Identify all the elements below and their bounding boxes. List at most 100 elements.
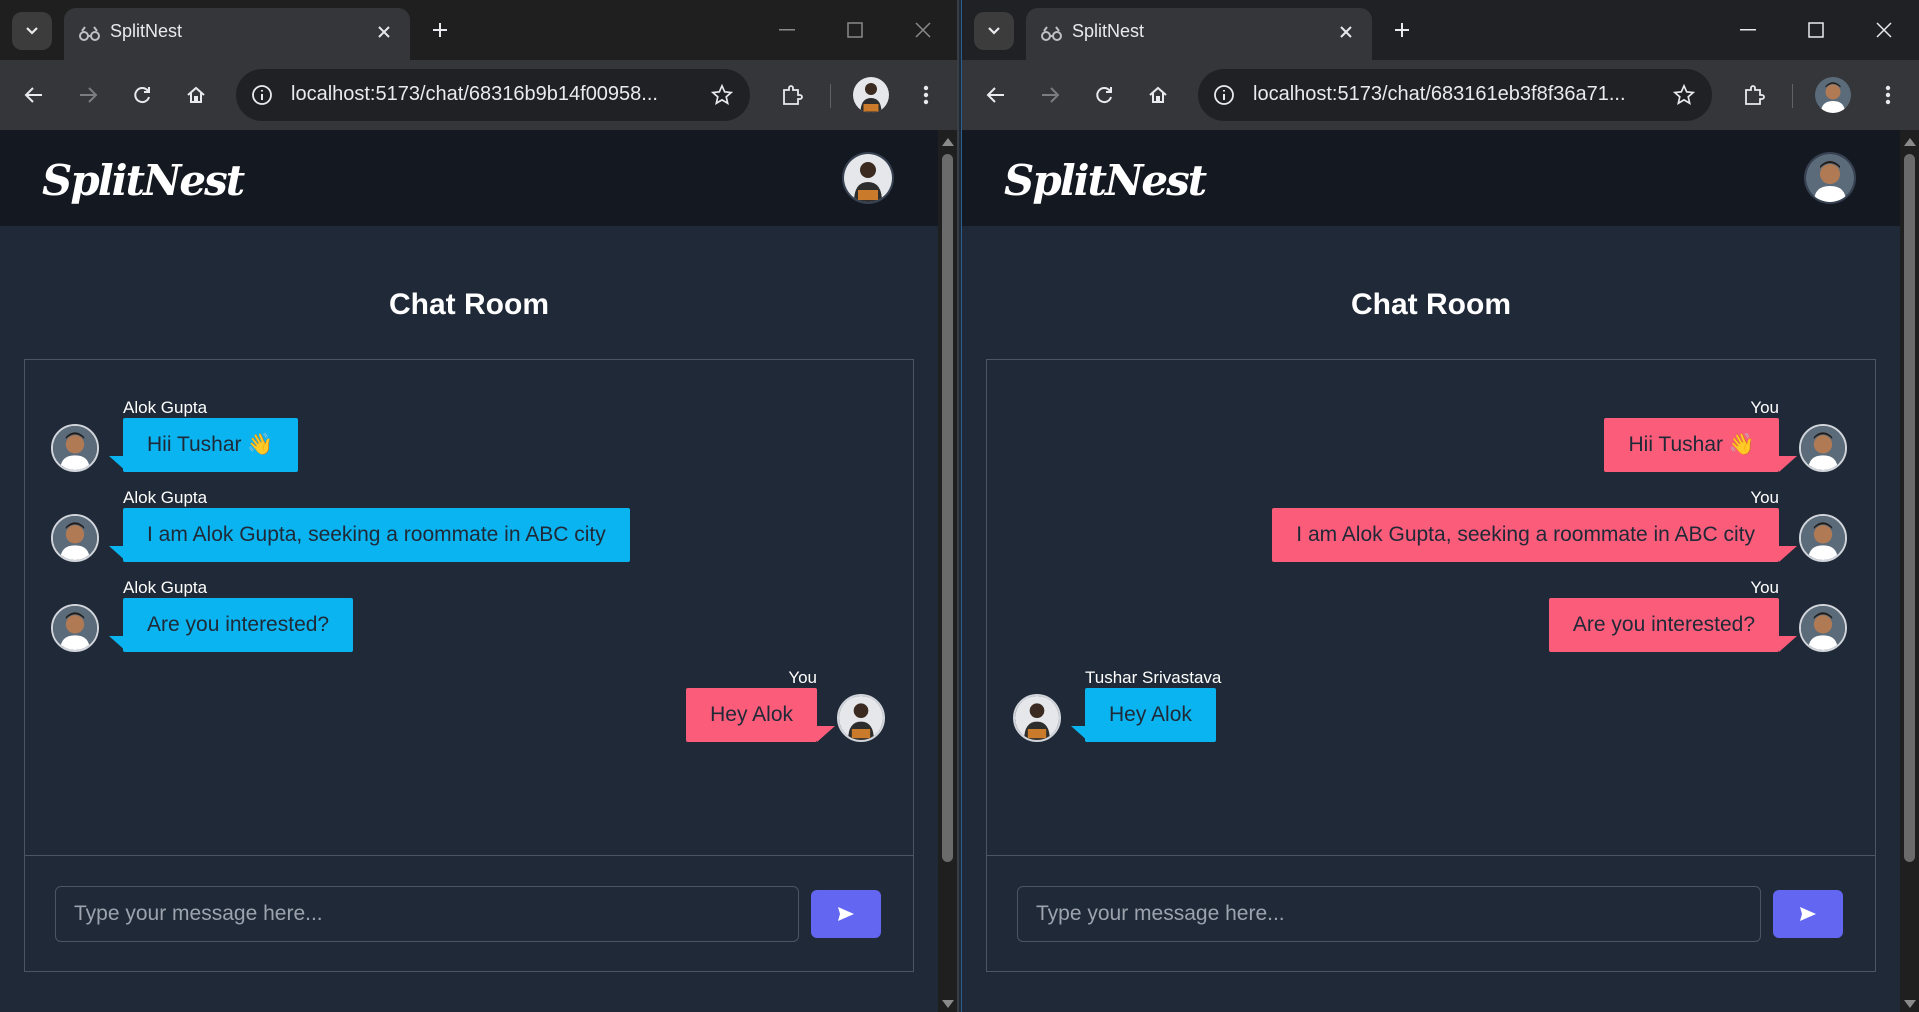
avatar-alok-icon — [1815, 77, 1851, 113]
address-bar[interactable]: localhost:5173/chat/68316b9b14f00958... — [236, 69, 750, 121]
avatar — [1799, 514, 1847, 562]
message-item: Alok Gupta Hii Tushar 👋 — [25, 398, 913, 484]
bubble-tail — [1779, 546, 1797, 562]
arrow-left-icon — [24, 87, 42, 103]
arrow-left-icon — [986, 87, 1004, 103]
desktop: SplitNest localhost:5173/chat/68316b9b14… — [0, 0, 1919, 1012]
scroll-thumb[interactable] — [1904, 154, 1915, 862]
scroll-up-arrow[interactable] — [942, 138, 954, 146]
site-info-icon[interactable] — [248, 81, 276, 109]
logo[interactable]: SplitNest — [1004, 156, 1207, 205]
back-button[interactable] — [14, 75, 54, 115]
forward-button[interactable] — [1030, 75, 1070, 115]
scroll-thumb[interactable] — [942, 154, 953, 862]
sender-name: Tushar Srivastava — [1085, 668, 1222, 687]
chrome-menu-button[interactable] — [1868, 75, 1908, 115]
send-button[interactable] — [1773, 890, 1843, 938]
tab-strip: SplitNest — [0, 0, 957, 60]
user-avatar[interactable] — [842, 152, 894, 204]
minimize-icon — [779, 29, 795, 31]
profile-avatar[interactable] — [853, 77, 889, 113]
avatar-tushar-icon — [839, 696, 883, 740]
message-composer — [987, 855, 1875, 971]
page-scrollbar[interactable] — [1900, 130, 1919, 1012]
close-icon — [378, 26, 390, 38]
address-bar[interactable]: localhost:5173/chat/683161eb3f8f36a71... — [1198, 69, 1712, 121]
plus-icon — [1395, 23, 1409, 37]
tab-strip: SplitNest — [962, 0, 1919, 60]
new-tab-button[interactable] — [424, 14, 456, 46]
send-button[interactable] — [811, 890, 881, 938]
home-button[interactable] — [1138, 75, 1178, 115]
url-text: localhost:5173/chat/683161eb3f8f36a71... — [1253, 83, 1626, 105]
avatar — [1799, 424, 1847, 472]
bubble-tail — [1779, 456, 1797, 472]
message-input[interactable] — [1017, 886, 1761, 942]
message-bubble: Hey Alok — [1085, 688, 1216, 742]
message-bubble: I am Alok Gupta, seeking a roommate in A… — [123, 508, 630, 562]
browser-tab[interactable]: SplitNest — [1026, 8, 1372, 60]
puzzle-icon — [783, 85, 803, 105]
page-scrollbar[interactable] — [938, 130, 957, 1012]
chat-box: You Hii Tushar 👋 You I am Alok Gupta, se… — [986, 359, 1876, 972]
logo[interactable]: SplitNest — [42, 156, 245, 205]
tab-close-button[interactable] — [372, 20, 396, 44]
close-window-button[interactable] — [1861, 10, 1907, 50]
app-header: SplitNest — [0, 130, 938, 226]
message-input[interactable] — [55, 886, 799, 942]
reload-button[interactable] — [122, 75, 162, 115]
avatar-alok-icon — [1806, 154, 1854, 202]
toolbar-divider — [1792, 84, 1793, 108]
message-bubble: Are you interested? — [123, 598, 354, 652]
tab-search-button[interactable] — [12, 12, 52, 50]
home-button[interactable] — [176, 75, 216, 115]
avatar — [51, 514, 99, 562]
send-icon — [838, 907, 854, 921]
profile-avatar[interactable] — [1815, 77, 1851, 113]
scroll-up-arrow[interactable] — [1904, 138, 1916, 146]
back-button[interactable] — [976, 75, 1016, 115]
sender-name: You — [1750, 488, 1779, 507]
sender-name: Alok Gupta — [123, 398, 208, 417]
scroll-down-arrow[interactable] — [1904, 1000, 1916, 1008]
page-title: Chat Room — [1351, 288, 1511, 321]
new-tab-button[interactable] — [1386, 14, 1418, 46]
extensions-button[interactable] — [772, 75, 812, 115]
plus-icon — [433, 23, 447, 37]
browser-tab[interactable]: SplitNest — [64, 8, 410, 60]
browser-toolbar: localhost:5173/chat/683161eb3f8f36a71... — [962, 60, 1919, 130]
bookmark-star-icon[interactable] — [1670, 81, 1698, 109]
minimize-button[interactable] — [1725, 10, 1771, 50]
puzzle-icon — [1745, 85, 1765, 105]
reload-button[interactable] — [1084, 75, 1124, 115]
user-avatar[interactable] — [1804, 152, 1856, 204]
avatar-tushar-icon — [1015, 696, 1059, 740]
chrome-menu-button[interactable] — [906, 75, 946, 115]
tab-search-button[interactable] — [974, 12, 1014, 50]
maximize-button[interactable] — [832, 10, 878, 50]
favicon-icon — [79, 26, 100, 41]
site-info-icon[interactable] — [1210, 81, 1238, 109]
avatar-alok-icon — [53, 426, 97, 470]
avatar — [837, 694, 885, 742]
sender-name: You — [788, 668, 817, 687]
message-item: Alok Gupta I am Alok Gupta, seeking a ro… — [25, 488, 913, 574]
message-item: You Are you interested? — [987, 578, 1875, 664]
avatar-tushar-icon — [844, 154, 892, 202]
toolbar-divider — [830, 84, 831, 108]
tab-close-button[interactable] — [1334, 20, 1358, 44]
close-window-button[interactable] — [900, 10, 946, 50]
scroll-down-arrow[interactable] — [942, 1000, 954, 1008]
message-bubble: Hii Tushar 👋 — [123, 418, 298, 472]
tab-title: SplitNest — [1072, 21, 1145, 41]
web-page: SplitNest Chat Room Alok Gupta Hii Tusha — [0, 130, 938, 1012]
sender-name: Alok Gupta — [123, 488, 208, 507]
avatar-alok-icon — [1801, 426, 1845, 470]
extensions-button[interactable] — [1734, 75, 1774, 115]
maximize-button[interactable] — [1793, 10, 1839, 50]
forward-button[interactable] — [68, 75, 108, 115]
favicon-icon — [1041, 26, 1062, 41]
minimize-button[interactable] — [764, 10, 810, 50]
message-item: You Hii Tushar 👋 — [987, 398, 1875, 484]
bookmark-star-icon[interactable] — [708, 81, 736, 109]
